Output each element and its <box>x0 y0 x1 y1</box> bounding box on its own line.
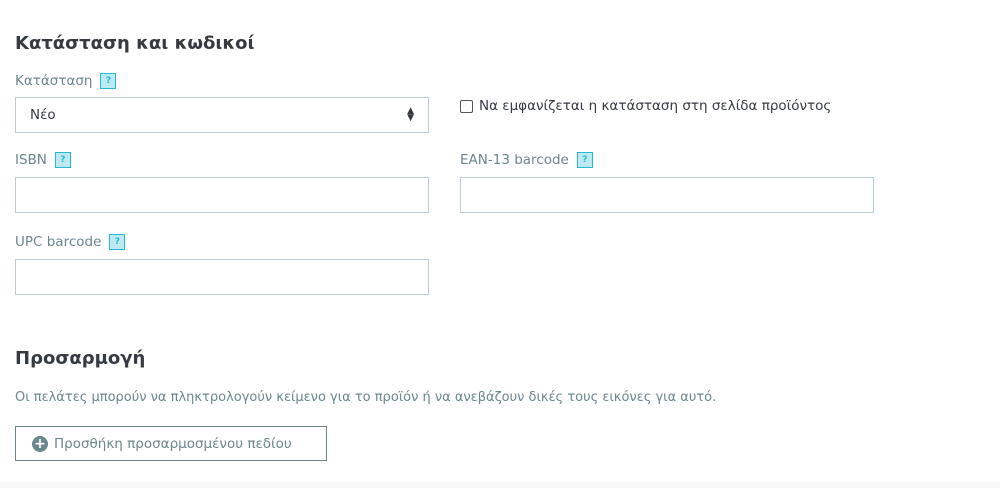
help-icon[interactable]: ? <box>54 152 71 168</box>
ean13-input[interactable] <box>460 177 874 213</box>
condition-label: Κατάσταση? <box>15 73 117 89</box>
help-icon[interactable]: ? <box>100 73 117 89</box>
help-icon[interactable]: ? <box>576 152 593 168</box>
condition-label-text: Κατάσταση <box>15 73 93 89</box>
section-title-customization: Προσαρμογή <box>15 348 146 369</box>
condition-select-value: Νέο <box>30 107 56 123</box>
ean13-label: EAN-13 barcode? <box>460 152 593 168</box>
add-custom-field-button[interactable]: + Προσθήκη προσαρμοσμένου πεδίου <box>15 426 327 461</box>
footer-divider <box>0 482 1000 488</box>
section-title-condition-codes: Κατάσταση και κωδικοί <box>15 33 255 54</box>
help-icon[interactable]: ? <box>109 234 126 250</box>
customization-description: Οι πελάτες μπορούν να πληκτρολογούν κείμ… <box>15 390 717 405</box>
plus-circle-icon: + <box>32 435 48 452</box>
show-condition-checkbox-row[interactable]: Να εμφανίζεται η κατάσταση στη σελίδα πρ… <box>460 98 831 114</box>
show-condition-checkbox[interactable] <box>460 99 473 113</box>
show-condition-label: Να εμφανίζεται η κατάσταση στη σελίδα πρ… <box>479 98 832 114</box>
condition-select[interactable]: Νέο ▲ ▼ <box>15 97 429 133</box>
upc-label-text: UPC barcode <box>15 234 102 250</box>
upc-input[interactable] <box>15 259 429 295</box>
sort-arrows-icon: ▲ ▼ <box>407 106 414 123</box>
isbn-label: ISBN? <box>15 152 71 168</box>
upc-label: UPC barcode? <box>15 234 126 250</box>
isbn-input[interactable] <box>15 177 429 213</box>
ean13-label-text: EAN-13 barcode <box>460 152 569 168</box>
add-custom-field-label: Προσθήκη προσαρμοσμένου πεδίου <box>54 435 292 452</box>
isbn-label-text: ISBN <box>15 152 47 168</box>
